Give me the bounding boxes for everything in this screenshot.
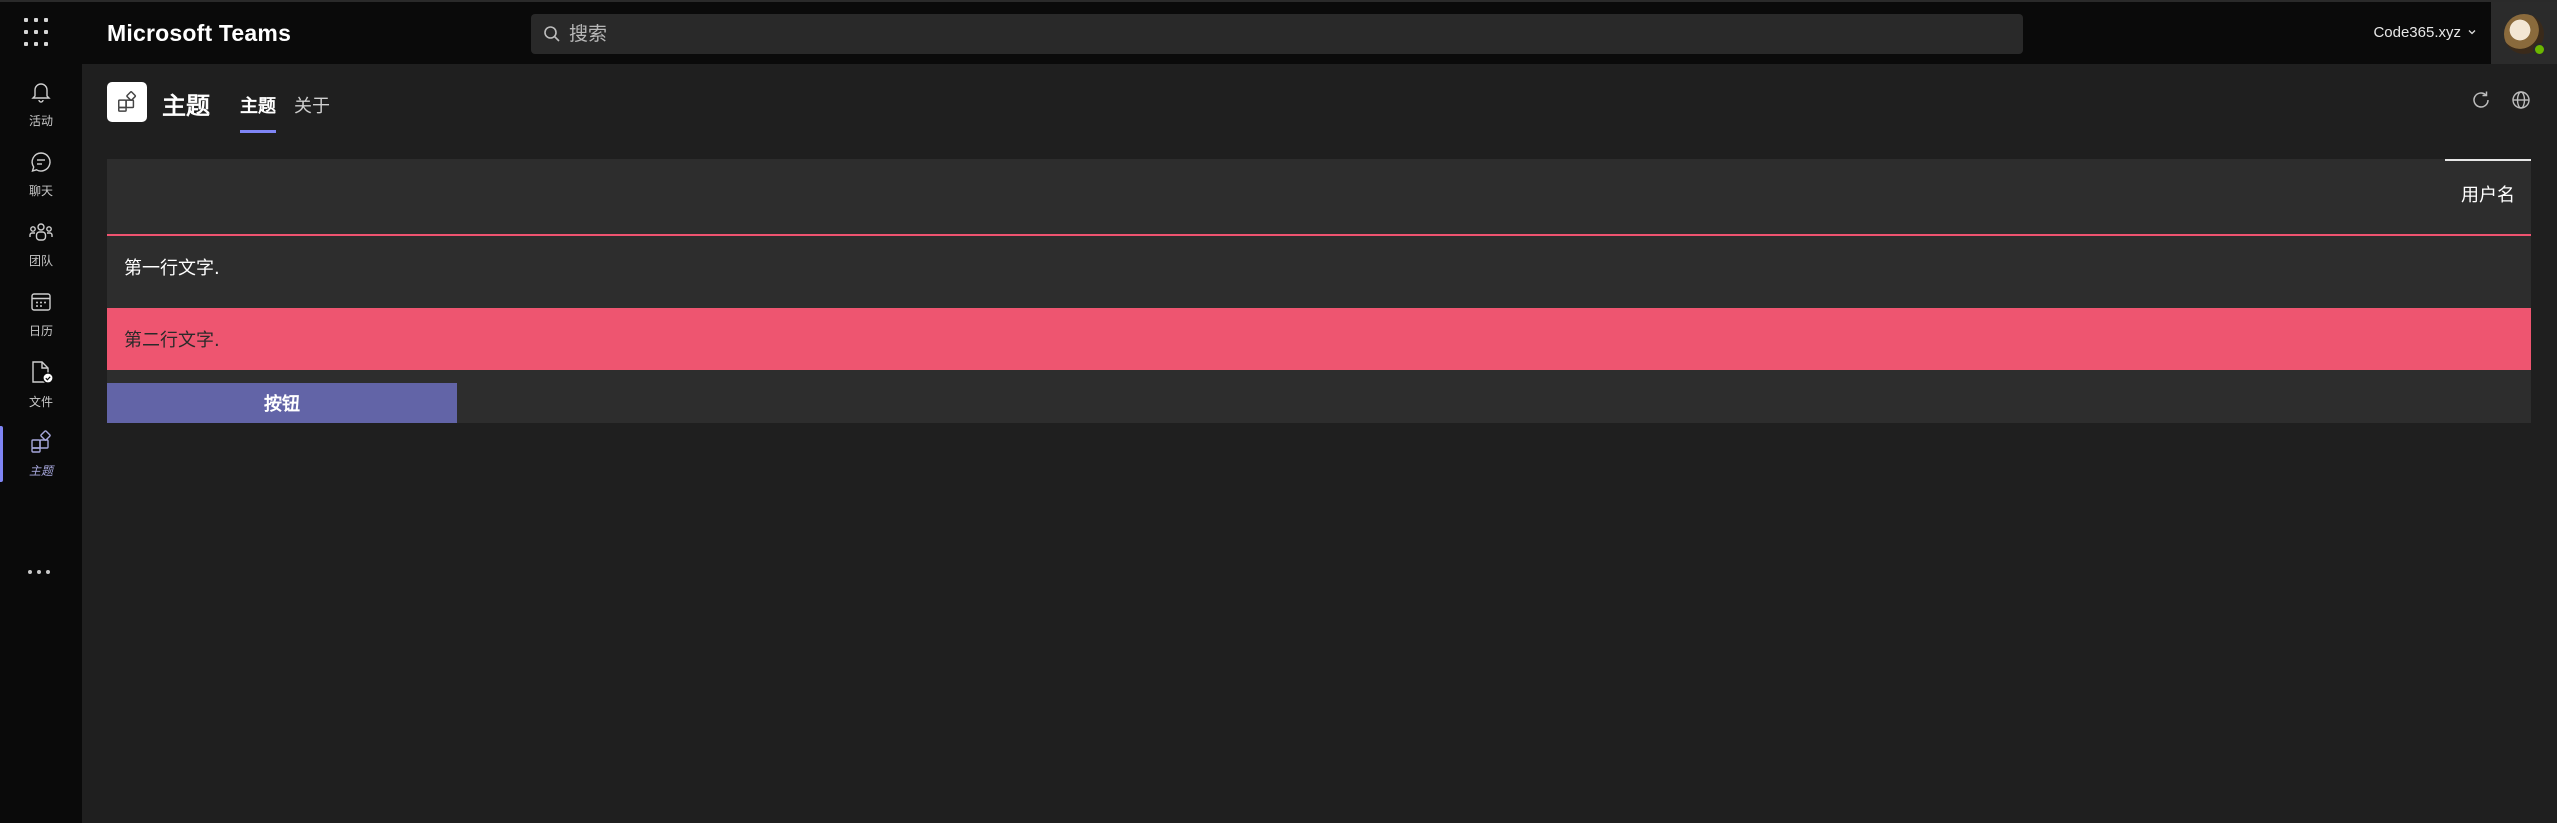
search-box[interactable] [531, 14, 2023, 54]
teams-icon [28, 220, 54, 249]
globe-icon[interactable] [2509, 88, 2533, 112]
rail-item-teams[interactable]: 团队 [0, 210, 82, 278]
panel-header: 用户名 [107, 159, 2531, 236]
bell-icon [29, 80, 53, 109]
rail-item-chat[interactable]: 聊天 [0, 140, 82, 208]
username-label: 用户名 [2461, 185, 2515, 206]
refresh-icon[interactable] [2469, 88, 2493, 112]
app-title: Microsoft Teams [107, 20, 292, 46]
rail-item-label: 团队 [28, 253, 53, 268]
primary-button[interactable]: 按钮 [107, 383, 457, 423]
tab-theme[interactable]: 主题 [240, 92, 276, 133]
rail-item-calendar[interactable]: 日历 [0, 280, 82, 348]
calendar-icon [29, 290, 53, 319]
app-launcher-icon[interactable] [24, 18, 54, 48]
header-indicator [2445, 159, 2531, 161]
file-icon [28, 359, 54, 390]
apps-icon [29, 429, 53, 459]
app-logo-icon [107, 82, 147, 122]
rail-item-activity[interactable]: 活动 [0, 70, 82, 138]
text-row-2: 第二行文字. [107, 308, 2531, 370]
rail-item-label: 活动 [28, 113, 53, 128]
tenant-switcher[interactable]: Code365.xyz [2373, 24, 2477, 41]
avatar[interactable] [2504, 14, 2546, 56]
text-row-1: 第一行文字. [124, 258, 220, 279]
profile-area [2491, 2, 2557, 66]
tenant-name: Code365.xyz [2373, 24, 2461, 41]
chat-icon [29, 150, 53, 179]
more-apps-icon[interactable] [28, 570, 50, 574]
content-panel: 用户名 第一行文字. 第二行文字. 按钮 [107, 159, 2531, 423]
rail-item-files[interactable]: 文件 [0, 350, 82, 418]
rail-item-theme[interactable]: 主题 [0, 420, 82, 488]
app-rail: 活动 聊天 团队 日历 文件 主题 [0, 64, 82, 823]
chevron-down-icon [2467, 24, 2477, 41]
rail-item-label: 日历 [28, 323, 53, 338]
page-title: 主题 [162, 92, 210, 120]
search-input[interactable] [569, 23, 1969, 45]
rail-item-label: 文件 [28, 394, 53, 409]
presence-available-icon [2533, 43, 2546, 56]
title-bar: Microsoft Teams Code365.xyz [0, 0, 2557, 66]
tab-about[interactable]: 关于 [294, 92, 330, 130]
app-header: 主题 主题 关于 [82, 64, 2557, 144]
search-icon [543, 24, 563, 44]
rail-item-label: 主题 [28, 463, 53, 478]
rail-item-label: 聊天 [28, 183, 53, 198]
